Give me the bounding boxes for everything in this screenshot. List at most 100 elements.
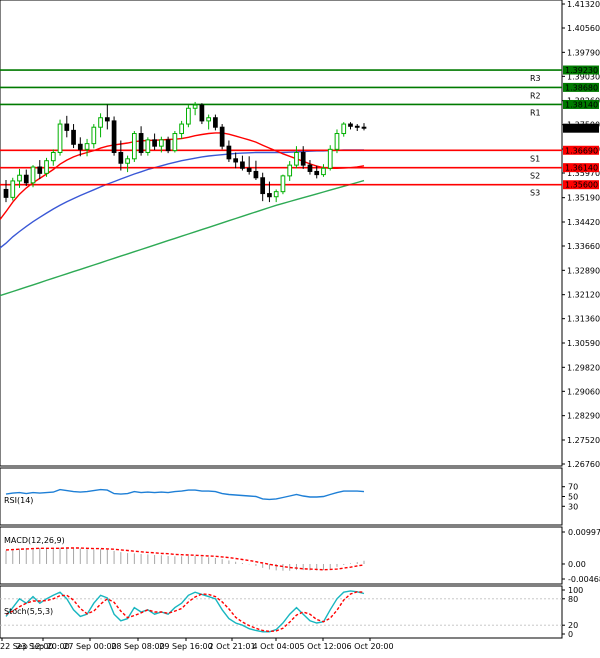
price-tick-label: 1.33660	[567, 242, 600, 251]
candle-body	[138, 133, 144, 153]
candle-body	[273, 191, 279, 198]
stoch-tick-label: 80	[568, 595, 578, 604]
candle-body	[240, 161, 245, 169]
candle-body	[118, 151, 124, 164]
candle-body	[179, 123, 184, 135]
level-price-tag: 1.39230	[565, 66, 598, 75]
price-tick-label: 1.29060	[567, 387, 600, 396]
candle-body	[192, 104, 198, 109]
candle-body	[246, 167, 252, 172]
candle-body	[233, 158, 239, 163]
candle-body	[125, 158, 130, 164]
level-label-r1: R1	[530, 108, 541, 117]
price-tick-label: 1.30590	[567, 339, 600, 348]
stoch-tick-label: 20	[568, 621, 578, 630]
candle-body	[226, 145, 232, 160]
candle-body	[219, 126, 225, 147]
candle-body	[50, 151, 56, 162]
time-tick-label: 23 Sep 20:00	[16, 642, 69, 651]
price-tick-label: 1.28290	[567, 412, 600, 421]
rsi-tick-label: 30	[568, 502, 578, 511]
level-label-r3: R3	[530, 74, 541, 83]
level-price-tag: 1.35600	[565, 181, 598, 190]
candle-body	[91, 126, 97, 145]
level-price-tag: 1.36140	[565, 164, 598, 173]
macd-tick-label: 0.009979	[568, 528, 600, 537]
candle-body	[23, 174, 29, 184]
candle-body	[172, 133, 178, 152]
time-tick-label: 6 Oct 20:00	[346, 642, 393, 651]
level-label-s2: S2	[530, 172, 540, 181]
candle-body	[348, 123, 353, 127]
time-tick-label: 28 Sep 08:00	[111, 642, 164, 651]
candle-body	[300, 151, 306, 166]
candle-body	[3, 188, 9, 198]
candle-body	[77, 143, 83, 150]
candle-body	[314, 170, 320, 176]
candle-body	[294, 151, 299, 166]
stoch-tick-label: 0	[568, 630, 573, 639]
candle-body	[145, 139, 151, 153]
candle-body	[111, 120, 117, 153]
chart-root: 1.413201.405601.397901.390301.382601.375…	[0, 0, 600, 654]
candle-body	[280, 175, 286, 193]
candle-body	[361, 126, 367, 129]
price-tick-label: 1.32120	[567, 291, 600, 300]
candle-body	[71, 129, 76, 145]
candle-body	[44, 160, 49, 174]
chart-svg: 1.413201.405601.397901.390301.382601.375…	[0, 0, 600, 654]
level-label-r2: R2	[530, 91, 541, 100]
candle-body	[98, 117, 103, 128]
price-tick-label: 1.40560	[567, 24, 600, 33]
stoch-title: Stoch(5,5,3)	[4, 607, 53, 616]
level-price-tag: 1.38140	[565, 100, 598, 109]
level-price-tag: 1.36690	[565, 146, 598, 155]
time-tick-label: 27 Sep 00:00	[63, 642, 116, 651]
price-tick-label: 1.32890	[567, 266, 600, 275]
candle-body	[30, 166, 36, 184]
time-tick-label: 5 Oct 12:00	[299, 642, 346, 651]
time-tick-label: 29 Sep 16:00	[159, 642, 212, 651]
price-tick-label: 1.34420	[567, 218, 600, 227]
rsi-tick-label: 50	[568, 493, 578, 502]
price-tick-label: 1.27520	[567, 436, 600, 445]
candle-body	[159, 139, 164, 147]
candle-body	[165, 139, 171, 152]
candle-body	[10, 180, 16, 198]
price-tick-label: 1.41320	[567, 0, 600, 9]
level-label-s1: S1	[530, 154, 540, 163]
candle-body	[186, 107, 191, 125]
price-tick-label: 1.29820	[567, 363, 600, 372]
macd-tick-label: 0.00	[568, 560, 586, 569]
current-price-tag: 1.37389	[565, 124, 598, 133]
candle-body	[131, 133, 137, 160]
macd-title: MACD(12,26,9)	[4, 536, 65, 545]
candle-body	[206, 117, 211, 122]
candle-body	[287, 164, 293, 177]
price-tick-label: 1.31360	[567, 315, 600, 324]
candle-body	[57, 123, 63, 153]
candle-body	[321, 167, 326, 176]
chart-background	[0, 0, 600, 654]
candle-body	[253, 170, 259, 179]
candle-body	[267, 193, 272, 198]
candle-body	[354, 125, 360, 128]
price-tick-label: 1.39790	[567, 48, 600, 57]
candle-body	[341, 123, 347, 135]
candle-body	[64, 123, 70, 131]
candle-body	[260, 177, 266, 195]
rsi-title: RSI(14)	[4, 496, 33, 505]
candle-body	[307, 164, 313, 172]
level-label-s3: S3	[530, 189, 540, 198]
candle-body	[327, 148, 333, 169]
candle-body	[334, 133, 340, 150]
price-tick-label: 1.26760	[567, 460, 600, 469]
time-tick-label: 4 Oct 04:00	[252, 642, 299, 651]
rsi-tick-label: 70	[568, 483, 578, 492]
price-tick-label: 1.35190	[567, 194, 600, 203]
candle-body	[104, 117, 110, 122]
candle-body	[17, 174, 22, 182]
candle-body	[152, 139, 157, 147]
candle-body	[84, 143, 90, 150]
candle-body	[213, 117, 218, 128]
